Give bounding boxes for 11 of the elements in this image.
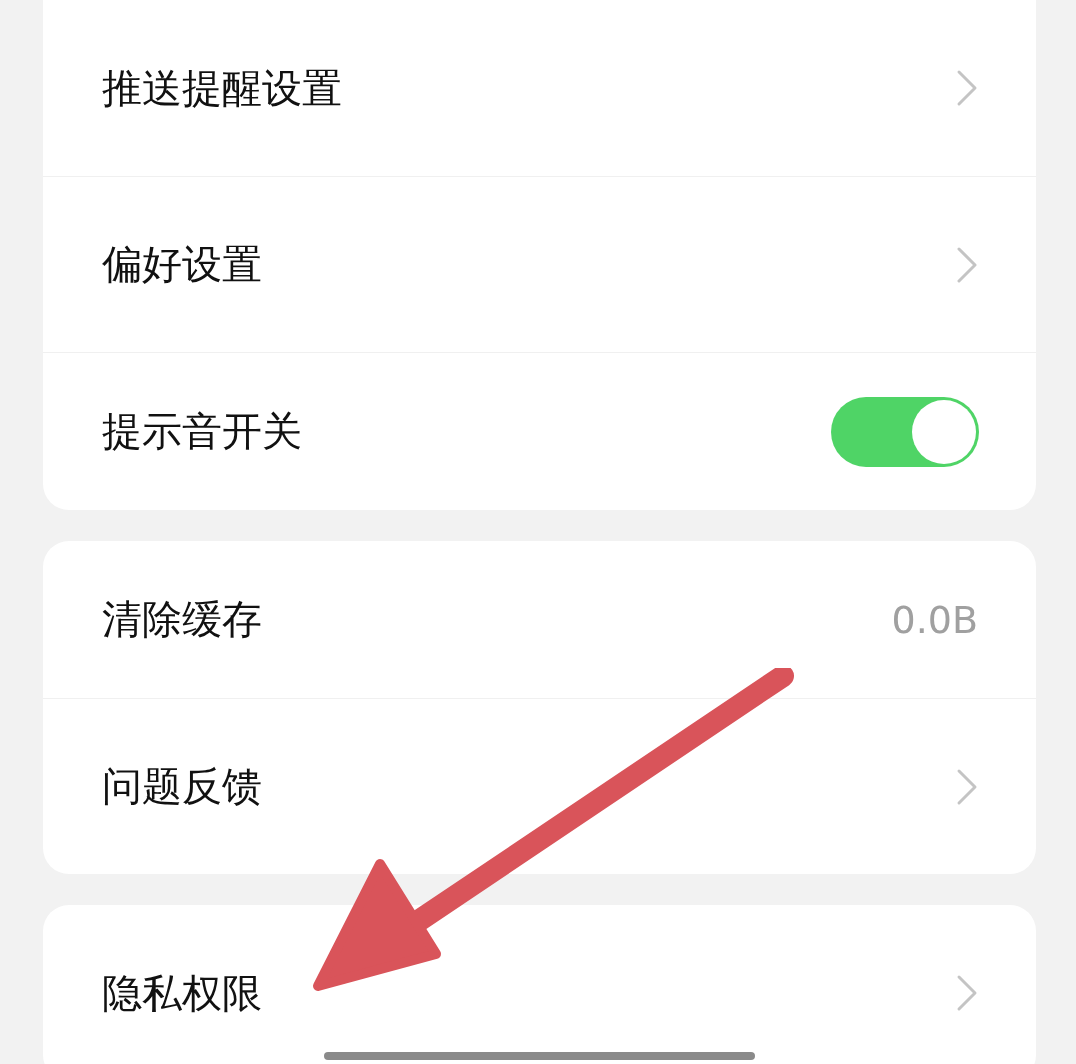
chevron-right-icon[interactable] <box>956 69 978 107</box>
setting-label[interactable]: 隐私权限 <box>102 965 262 1021</box>
chevron-right-icon[interactable] <box>956 767 978 806</box>
setting-label[interactable]: 问题反馈 <box>102 759 262 814</box>
chevron-right-icon[interactable] <box>956 245 978 284</box>
setting-label: 清除缓存 <box>102 595 262 644</box>
setting-label: 提示音开关 <box>102 407 302 456</box>
setting-label[interactable]: 偏好设置 <box>102 237 262 292</box>
chevron-right-icon[interactable] <box>956 974 978 1012</box>
cache-size: 0.0B <box>891 597 978 642</box>
setting-label[interactable]: 推送提醒设置 <box>102 60 342 116</box>
